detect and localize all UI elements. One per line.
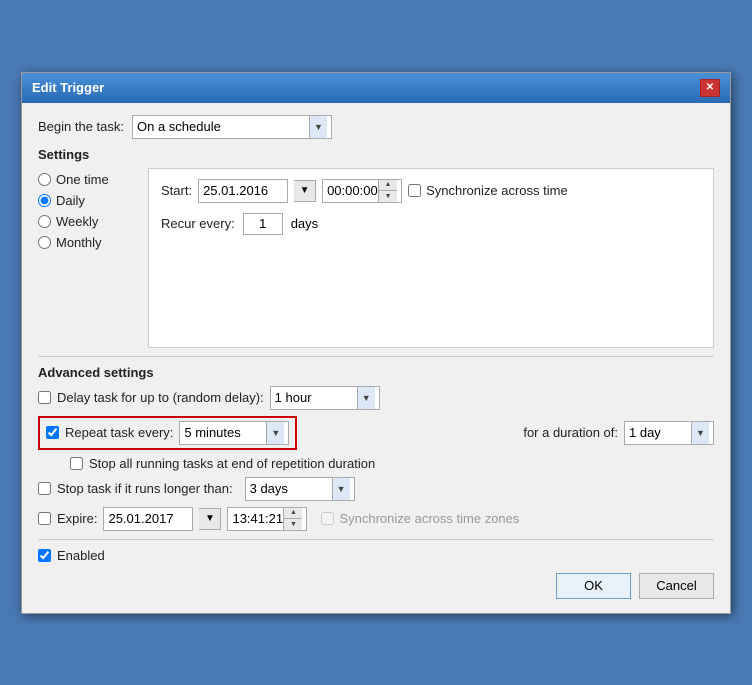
- start-label: Start:: [161, 183, 192, 198]
- start-row: Start: 25.01.2016 ▼ 00:00:00 ▲ ▼: [161, 179, 701, 203]
- ok-button[interactable]: OK: [556, 573, 631, 599]
- stop-all-label: Stop all running tasks at end of repetit…: [89, 456, 375, 471]
- delay-dropdown-arrow[interactable]: ▼: [357, 387, 375, 409]
- time-value: 00:00:00: [327, 183, 378, 198]
- repeat-dropdown-arrow[interactable]: ▼: [266, 422, 284, 444]
- radio-monthly[interactable]: Monthly: [38, 235, 138, 250]
- expire-time-input[interactable]: 13:41:21 ▲ ▼: [227, 507, 307, 531]
- repeat-row: Repeat task every: 5 minutes ▼ for a dur…: [38, 416, 714, 450]
- divider-2: [38, 539, 714, 540]
- stop-longer-value: 3 days: [250, 481, 332, 496]
- radio-monthly-input[interactable]: [38, 236, 51, 249]
- radio-daily-input[interactable]: [38, 194, 51, 207]
- date-value: 25.01.2016: [203, 183, 283, 198]
- expire-time-spinner[interactable]: ▲ ▼: [283, 508, 302, 530]
- radio-daily-label: Daily: [56, 193, 85, 208]
- title-bar-buttons: ✕: [700, 79, 720, 97]
- radio-one-time-label: One time: [56, 172, 109, 187]
- begin-task-selected: On a schedule: [137, 119, 309, 134]
- sync-time-label: Synchronize across time: [426, 183, 568, 198]
- expire-row: Expire: 25.01.2017 ▼ 13:41:21 ▲ ▼ Synchr…: [38, 507, 714, 531]
- stop-all-row: Stop all running tasks at end of repetit…: [70, 456, 714, 471]
- sync-zones-row: Synchronize across time zones: [321, 511, 519, 526]
- for-duration-dropdown[interactable]: 1 day ▼: [624, 421, 714, 445]
- begin-task-dropdown-arrow[interactable]: ▼: [309, 116, 327, 138]
- begin-task-label: Begin the task:: [38, 119, 124, 134]
- expire-time-value: 13:41:21: [232, 511, 283, 526]
- recur-input[interactable]: [243, 213, 283, 235]
- divider-1: [38, 356, 714, 357]
- repeat-checkbox[interactable]: [46, 426, 59, 439]
- for-duration-value: 1 day: [629, 425, 691, 440]
- stop-longer-row: Stop task if it runs longer than: 3 days…: [38, 477, 714, 501]
- radio-daily[interactable]: Daily: [38, 193, 138, 208]
- stop-longer-dropdown[interactable]: 3 days ▼: [245, 477, 355, 501]
- radio-weekly-label: Weekly: [56, 214, 98, 229]
- expire-date-input[interactable]: 25.01.2017: [103, 507, 193, 531]
- stop-longer-dropdown-arrow[interactable]: ▼: [332, 478, 350, 500]
- delay-checkbox[interactable]: [38, 391, 51, 404]
- recur-row: Recur every: days: [161, 213, 701, 235]
- expire-date-value: 25.01.2017: [108, 511, 188, 526]
- radio-weekly[interactable]: Weekly: [38, 214, 138, 229]
- expire-calendar-button[interactable]: ▼: [199, 508, 221, 530]
- settings-area: One time Daily Weekly Monthly: [38, 168, 714, 348]
- stop-longer-label: Stop task if it runs longer than:: [57, 481, 233, 496]
- sync-zones-checkbox[interactable]: [321, 512, 334, 525]
- begin-task-dropdown[interactable]: On a schedule ▼: [132, 115, 332, 139]
- stop-longer-checkbox[interactable]: [38, 482, 51, 495]
- stop-all-checkbox[interactable]: [70, 457, 83, 470]
- dialog-title: Edit Trigger: [32, 80, 104, 95]
- repeat-highlight-box: Repeat task every: 5 minutes ▼: [38, 416, 297, 450]
- radio-group: One time Daily Weekly Monthly: [38, 168, 138, 348]
- radio-one-time[interactable]: One time: [38, 172, 138, 187]
- close-button[interactable]: ✕: [700, 79, 720, 97]
- edit-trigger-dialog: Edit Trigger ✕ Begin the task: On a sche…: [21, 72, 731, 614]
- begin-task-row: Begin the task: On a schedule ▼: [38, 115, 714, 139]
- settings-title: Settings: [38, 147, 714, 162]
- date-input[interactable]: 25.01.2016: [198, 179, 288, 203]
- for-duration: for a duration of: 1 day ▼: [523, 421, 714, 445]
- advanced-title: Advanced settings: [38, 365, 714, 380]
- expire-checkbox[interactable]: [38, 512, 51, 525]
- expire-spin-down[interactable]: ▼: [284, 519, 302, 530]
- recur-label: Recur every:: [161, 216, 235, 231]
- advanced-section: Advanced settings Delay task for up to (…: [38, 365, 714, 531]
- title-bar: Edit Trigger ✕: [22, 73, 730, 103]
- sync-zones-label: Synchronize across time zones: [339, 511, 519, 526]
- for-duration-label: for a duration of:: [523, 425, 618, 440]
- delay-label: Delay task for up to (random delay):: [57, 390, 264, 405]
- expire-label: Expire:: [57, 511, 97, 526]
- calendar-button[interactable]: ▼: [294, 180, 316, 202]
- repeat-value: 5 minutes: [184, 425, 266, 440]
- button-row: OK Cancel: [38, 573, 714, 603]
- sync-time-checkbox[interactable]: [408, 184, 421, 197]
- time-spinner[interactable]: ▲ ▼: [378, 180, 397, 202]
- repeat-dropdown[interactable]: 5 minutes ▼: [179, 421, 289, 445]
- expire-spin-up[interactable]: ▲: [284, 508, 302, 519]
- enabled-checkbox[interactable]: [38, 549, 51, 562]
- delay-value: 1 hour: [275, 390, 357, 405]
- cancel-button[interactable]: Cancel: [639, 573, 714, 599]
- schedule-panel: Start: 25.01.2016 ▼ 00:00:00 ▲ ▼: [148, 168, 714, 348]
- for-duration-dropdown-arrow[interactable]: ▼: [691, 422, 709, 444]
- radio-one-time-input[interactable]: [38, 173, 51, 186]
- delay-dropdown[interactable]: 1 hour ▼: [270, 386, 380, 410]
- time-spin-down[interactable]: ▼: [379, 191, 397, 202]
- sync-checkbox-row: Synchronize across time: [408, 183, 568, 198]
- repeat-label: Repeat task every:: [65, 425, 173, 440]
- time-spin-up[interactable]: ▲: [379, 180, 397, 191]
- enabled-row: Enabled: [38, 548, 714, 563]
- dialog-body: Begin the task: On a schedule ▼ Settings…: [22, 103, 730, 613]
- enabled-label: Enabled: [57, 548, 105, 563]
- delay-row: Delay task for up to (random delay): 1 h…: [38, 386, 714, 410]
- radio-weekly-input[interactable]: [38, 215, 51, 228]
- time-input[interactable]: 00:00:00 ▲ ▼: [322, 179, 402, 203]
- radio-monthly-label: Monthly: [56, 235, 102, 250]
- recur-unit: days: [291, 216, 318, 231]
